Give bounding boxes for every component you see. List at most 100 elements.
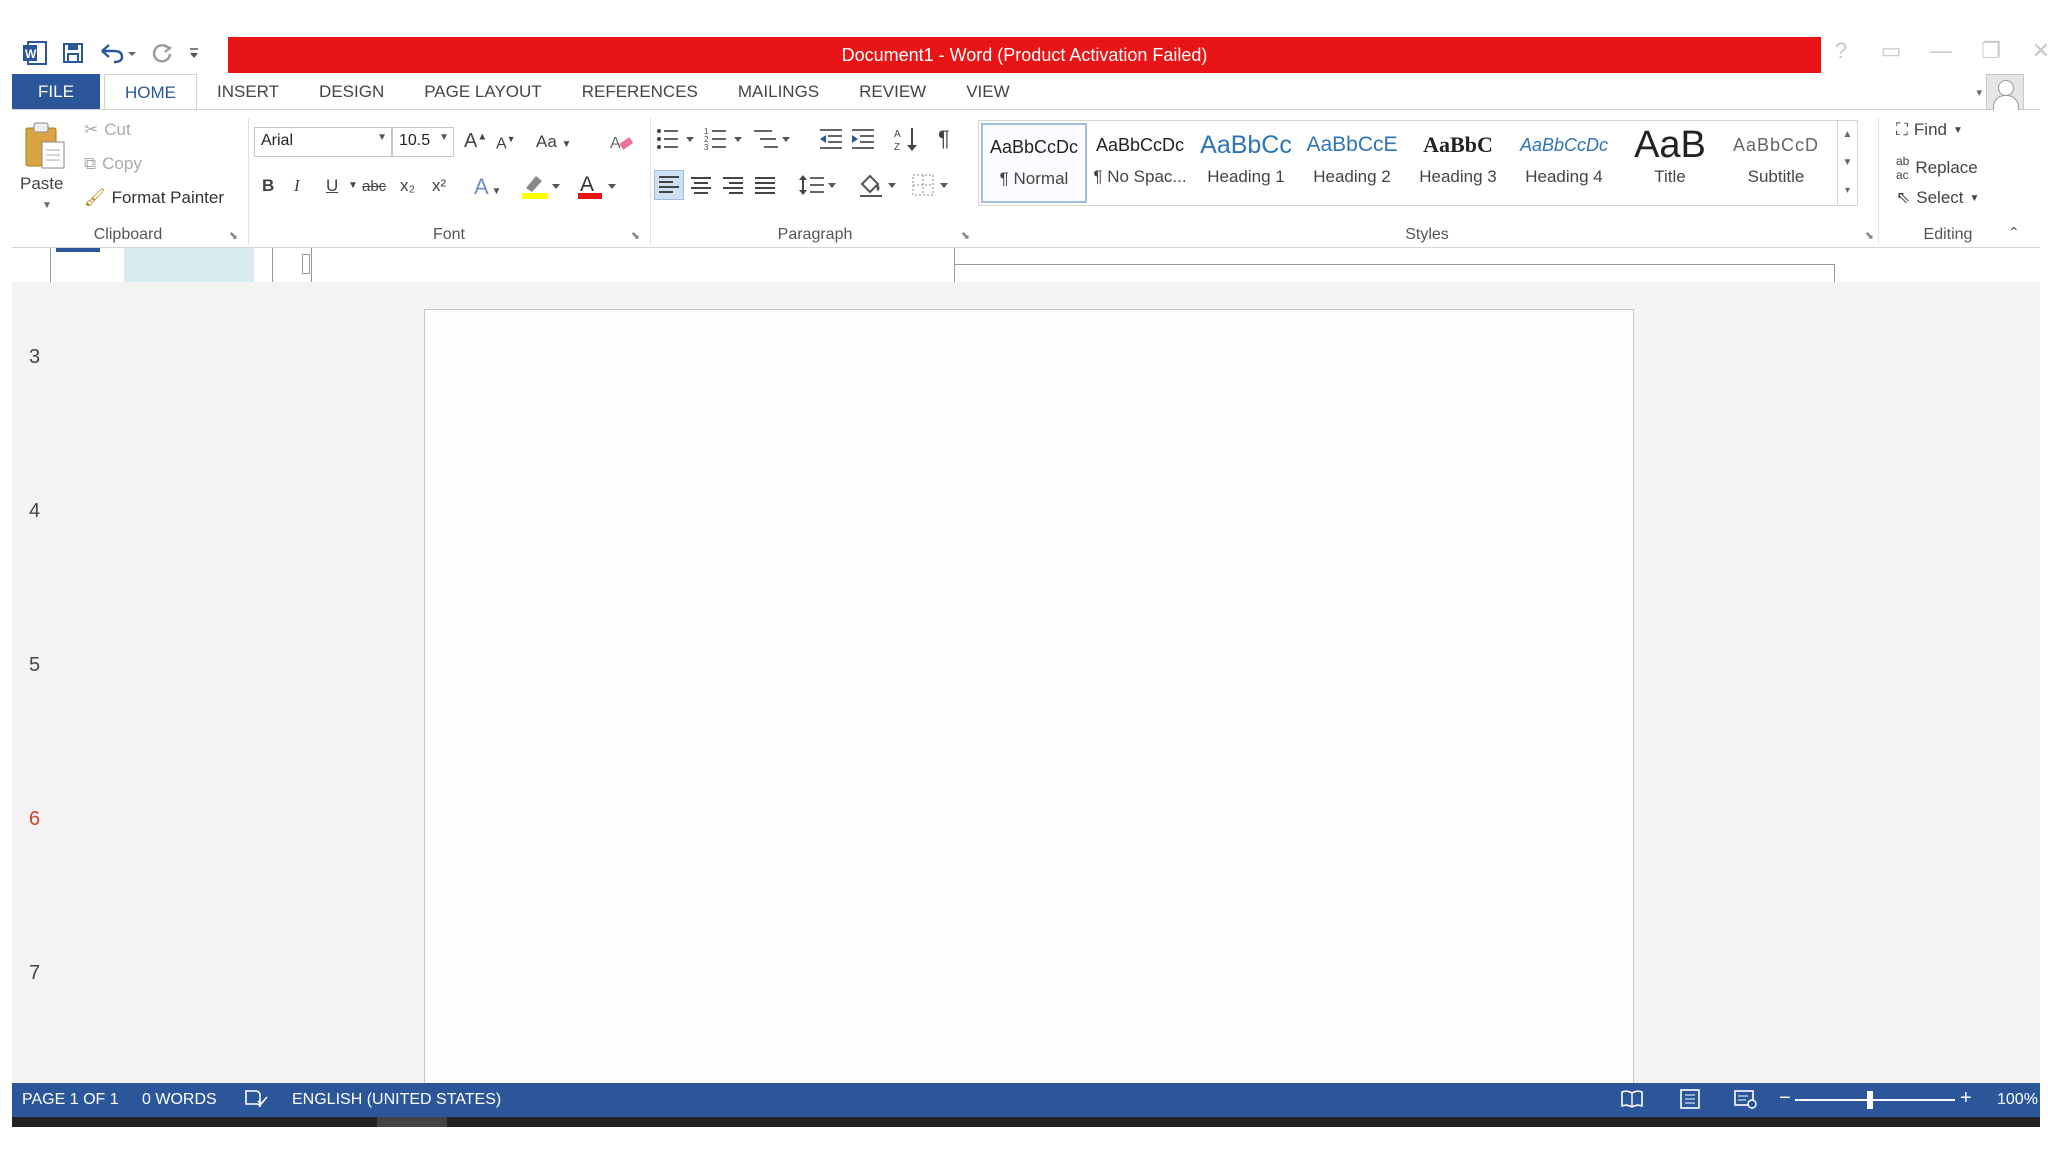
find-button[interactable]: ⛶ Find ▼ (1896, 120, 1963, 140)
align-left-button[interactable] (654, 170, 684, 200)
chevron-down-icon[interactable]: ▼ (377, 132, 387, 143)
word-count[interactable]: 0 WORDS (142, 1091, 217, 1109)
change-case-button[interactable]: Aa ▼ (536, 132, 571, 152)
tab-insert[interactable]: INSERT (197, 74, 299, 110)
zoom-in-button[interactable]: + (1960, 1087, 1972, 1110)
redo-icon[interactable] (150, 42, 174, 64)
word-logo-icon[interactable]: W (22, 41, 48, 65)
style-title[interactable]: AaB Title (1617, 123, 1723, 203)
svg-text:W: W (25, 47, 37, 61)
help-icon[interactable]: ? (1830, 38, 1852, 64)
maximize-icon[interactable]: ❐ (1980, 38, 2002, 64)
undo-icon[interactable] (98, 42, 136, 64)
gallery-down-icon[interactable]: ▼ (1838, 149, 1857, 177)
style-normal[interactable]: AaBbCcDc ¶ Normal (981, 123, 1087, 203)
format-painter-button[interactable]: 🖌 Format Painter (84, 188, 224, 208)
font-group-label: Font (432, 226, 465, 243)
paste-dropdown-icon[interactable]: ▼ (42, 200, 52, 211)
select-label: Select (1916, 188, 1964, 207)
tab-mailings[interactable]: MAILINGS (718, 74, 839, 110)
divider (1878, 118, 1879, 244)
tab-design[interactable]: DESIGN (299, 74, 404, 110)
grow-font-button[interactable]: A▲ (464, 130, 487, 153)
sort-button[interactable]: AZ (894, 126, 920, 157)
multilevel-list-button[interactable] (752, 126, 792, 157)
justify-icon (755, 177, 775, 194)
cut-button[interactable]: ✂ Cut (84, 120, 131, 140)
paste-label[interactable]: Paste (20, 174, 63, 194)
align-center-button[interactable] (688, 172, 714, 203)
paragraph-launcher-icon[interactable]: ⬊ (961, 229, 970, 242)
tab-page-layout[interactable]: PAGE LAYOUT (404, 74, 561, 110)
minimize-icon[interactable]: — (1930, 38, 1952, 64)
underline-dropdown-icon[interactable]: ▼ (348, 180, 358, 191)
italic-button[interactable]: I (294, 176, 300, 196)
ribbon-display-icon[interactable]: ▭ (1880, 38, 1902, 64)
shading-button[interactable] (858, 172, 898, 203)
proofing-icon[interactable] (244, 1089, 268, 1114)
gallery-up-icon[interactable]: ▲ (1838, 121, 1857, 149)
tab-file[interactable]: FILE (12, 74, 100, 110)
style-heading-4[interactable]: AaBbCcDc Heading 4 (1511, 123, 1617, 203)
select-button[interactable]: ⇖ Select ▼ (1896, 188, 1979, 208)
zoom-level[interactable]: 100% (1997, 1091, 2038, 1109)
show-marks-button[interactable]: ¶ (938, 126, 950, 152)
svg-text:A: A (894, 129, 901, 140)
style-heading-3[interactable]: AaBbC Heading 3 (1405, 123, 1511, 203)
copy-button[interactable]: ⧉ Copy (84, 154, 142, 174)
chevron-down-icon[interactable]: ▼ (439, 132, 449, 143)
style-subtitle[interactable]: AaBbCcD Subtitle (1723, 123, 1829, 203)
align-right-button[interactable] (720, 172, 746, 203)
numbering-button[interactable]: 123 (704, 126, 744, 157)
increase-indent-button[interactable] (850, 126, 876, 157)
collapse-ribbon-icon[interactable]: ⌃ (2008, 224, 2020, 241)
ribbon-options-icon[interactable]: ▾ (1976, 86, 1982, 99)
save-icon[interactable] (62, 42, 84, 64)
web-layout-icon[interactable] (1734, 1089, 1758, 1114)
replace-button[interactable]: ab ac Replace (1896, 154, 1978, 182)
borders-button[interactable] (910, 172, 950, 203)
shrink-font-button[interactable]: A▼ (496, 134, 516, 153)
document-page[interactable] (424, 309, 1634, 1083)
gallery-more-icon[interactable]: ▾ (1838, 177, 1857, 205)
zoom-slider[interactable] (1795, 1099, 1955, 1101)
paste-button[interactable] (22, 120, 68, 175)
subscript-button[interactable]: x₂ (400, 176, 415, 196)
customize-qat-icon[interactable] (188, 42, 200, 64)
tab-view[interactable]: VIEW (946, 74, 1029, 110)
close-icon[interactable]: ✕ (2030, 38, 2048, 64)
read-mode-icon[interactable] (1620, 1089, 1644, 1114)
font-size-combo[interactable]: 10.5 ▼ (392, 127, 454, 157)
document-area[interactable]: 3 4 5 6 7 (12, 282, 2040, 1083)
strikethrough-button[interactable]: abc (362, 178, 386, 195)
style-heading-1[interactable]: AaBbCc Heading 1 (1193, 123, 1299, 203)
decrease-indent-button[interactable] (818, 126, 844, 157)
tab-home[interactable]: HOME (104, 74, 197, 110)
text-effects-button[interactable]: A ▼ (474, 174, 501, 200)
zoom-out-button[interactable]: − (1779, 1087, 1791, 1110)
clear-formatting-button[interactable]: A (610, 130, 634, 159)
font-color-button[interactable]: A (578, 172, 618, 205)
styles-launcher-icon[interactable]: ⬊ (1865, 229, 1874, 242)
clipboard-launcher-icon[interactable]: ⬊ (229, 229, 238, 242)
highlight-button[interactable] (522, 172, 562, 205)
print-layout-icon[interactable] (1678, 1089, 1702, 1114)
bullets-button[interactable] (656, 126, 696, 157)
line-spacing-button[interactable] (798, 172, 838, 203)
bold-button[interactable]: B (262, 176, 274, 196)
font-name-combo[interactable]: Arial ▼ (254, 127, 392, 157)
underline-button[interactable]: U (326, 176, 338, 196)
page-count[interactable]: PAGE 1 OF 1 (22, 1091, 119, 1109)
zoom-slider-thumb[interactable] (1867, 1091, 1873, 1109)
tab-references[interactable]: REFERENCES (562, 74, 718, 110)
text-effects-icon: A (474, 174, 489, 199)
superscript-button[interactable]: x² (432, 176, 446, 196)
style-heading-2[interactable]: AaBbCcE Heading 2 (1299, 123, 1405, 203)
style-no-spacing[interactable]: AaBbCcDc ¶ No Spac... (1087, 123, 1193, 203)
avatar[interactable] (1986, 74, 2024, 111)
language[interactable]: ENGLISH (UNITED STATES) (292, 1091, 501, 1109)
tab-review[interactable]: REVIEW (839, 74, 946, 110)
font-launcher-icon[interactable]: ⬊ (631, 229, 640, 242)
document-thumbnail[interactable] (124, 248, 254, 282)
justify-button[interactable] (752, 172, 778, 203)
